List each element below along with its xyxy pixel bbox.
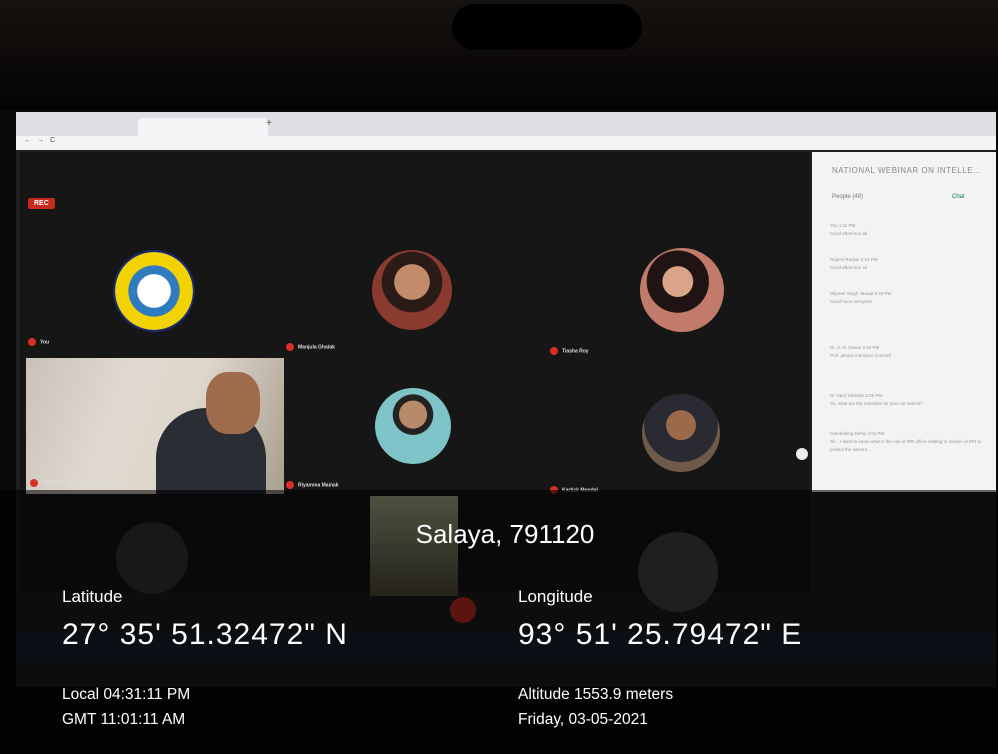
- participant-name-riyamma: Riyamma Mainak: [286, 481, 339, 489]
- institute-logo: [113, 250, 195, 332]
- latitude-value: 27° 35' 51.32472" N: [62, 618, 348, 651]
- browser-tab-inbox[interactable]: [24, 118, 146, 138]
- geotag-location: Salaya, 791120: [415, 519, 595, 549]
- longitude-label: Longitude: [518, 587, 593, 606]
- people-tab[interactable]: People (49): [832, 194, 863, 200]
- local-time: Local 04:31:11 PM: [62, 686, 191, 703]
- participant-name-tiasha: Tiasha Roy: [550, 347, 589, 355]
- chat-message: Dilpreet Singh Jaswal 2:40 PM Good noon e…: [830, 291, 892, 304]
- chat-tab[interactable]: Chat: [952, 194, 965, 200]
- chat-message: Dr. S. N. Dawar 2:46 PM Prof. please intr…: [830, 345, 891, 358]
- chat-message: You 1:11 PM Good afternoon all: [830, 223, 868, 236]
- more-options-icon[interactable]: [796, 448, 808, 460]
- mic-muted-icon: [550, 347, 558, 355]
- mic-muted-icon: [28, 338, 36, 346]
- longitude-value: 93° 51' 25.79472" E: [518, 618, 803, 651]
- participant-name-manjula: Manjula Ghatak: [286, 343, 335, 351]
- mic-muted-icon: [286, 481, 294, 489]
- gmt-time: GMT 11:01:11 AM: [62, 711, 186, 728]
- avatar-kartick: [642, 394, 720, 472]
- nav-arrows-icon[interactable]: ←→C: [24, 137, 61, 144]
- side-panel: NATIONAL WEBINAR ON INTELLE... People (4…: [812, 152, 996, 492]
- time-block: Local 04:31:11 PM GMT 11:01:11 AM: [62, 682, 190, 732]
- altitude: Altitude 1553.9 meters: [518, 686, 674, 703]
- video-feed-ipr-cell: [26, 358, 284, 494]
- avatar-tiasha: [640, 248, 724, 332]
- webcam-shadow: [452, 4, 642, 50]
- chat-message: Gambehing Dehui 3:01 PM Sir... I want to …: [830, 431, 982, 452]
- chat-message: Dr Vipul Talukdar 2:59 PM Sir, what are t…: [830, 393, 923, 406]
- chat-message: Rajeev Ranjan 2:24 PM Good afternoon sir: [830, 257, 878, 270]
- address-bar[interactable]: [16, 136, 996, 150]
- mic-muted-icon: [30, 479, 38, 487]
- browser-tab-meet[interactable]: [138, 118, 268, 138]
- mic-muted-icon: [286, 343, 294, 351]
- participant-name-you: You: [28, 338, 49, 346]
- altitude-date-block: Altitude 1553.9 meters Friday, 03-05-202…: [518, 682, 673, 732]
- avatar-riyamma: [375, 388, 451, 464]
- meeting-title: NATIONAL WEBINAR ON INTELLE...: [832, 166, 982, 175]
- date: Friday, 03-05-2021: [518, 711, 648, 728]
- participant-name-ipr-cell: IPR CELL NIT Arunachal Pradesh: [30, 479, 121, 487]
- avatar-manjula: [372, 250, 452, 330]
- latitude-label: Latitude: [62, 587, 123, 606]
- rec-badge: REC: [28, 198, 55, 209]
- new-tab-icon[interactable]: +: [266, 118, 272, 129]
